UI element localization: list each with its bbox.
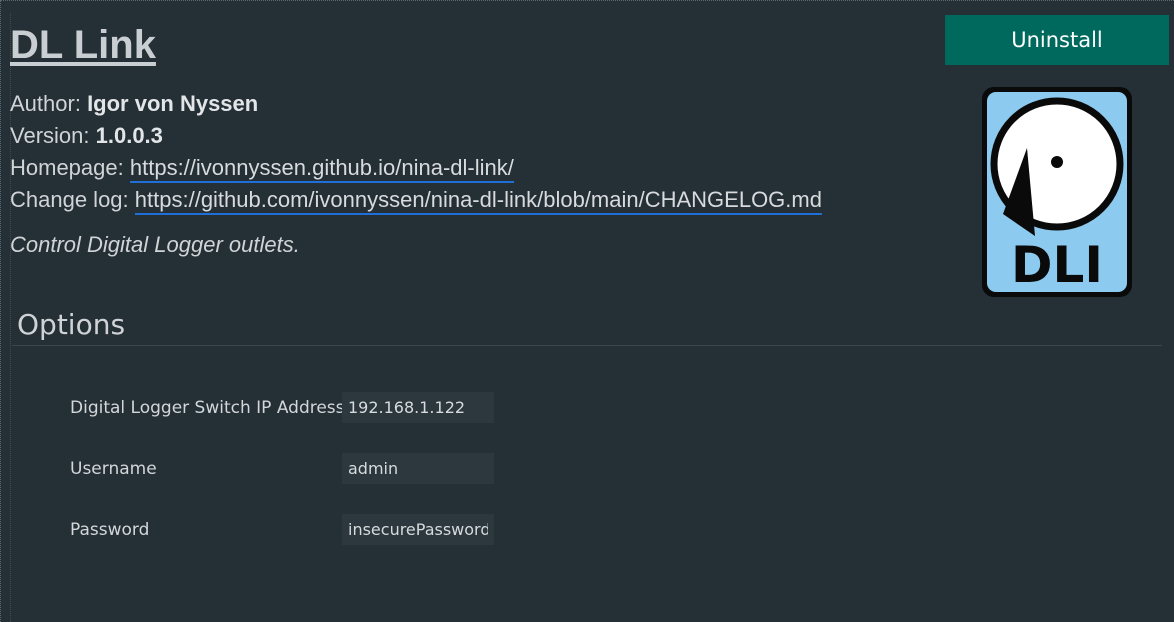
username-input[interactable] (342, 453, 494, 484)
changelog-link[interactable]: https://github.com/ivonnyssen/nina-dl-li… (134, 187, 822, 215)
password-input[interactable] (342, 514, 494, 545)
homepage-label: Homepage: (10, 155, 124, 180)
homepage-row: Homepage: https://ivonnyssen.github.io/n… (10, 152, 514, 184)
version-label: Version: (10, 123, 90, 148)
options-divider (12, 345, 1162, 346)
author-value: Igor von Nyssen (87, 91, 259, 116)
changelog-label: Change log: (10, 187, 129, 212)
author-row: Author: Igor von Nyssen (10, 88, 258, 120)
username-label: Username (70, 459, 157, 479)
author-label: Author: (10, 91, 81, 116)
options-heading: Options (17, 308, 126, 341)
uninstall-button[interactable]: Uninstall (945, 15, 1169, 65)
version-value: 1.0.0.3 (95, 123, 163, 148)
dli-logo: DLI (982, 87, 1132, 297)
plugin-description: Control Digital Logger outlets. (10, 232, 300, 257)
password-label: Password (70, 520, 150, 540)
version-row: Version: 1.0.0.3 (10, 120, 163, 152)
homepage-link[interactable]: https://ivonnyssen.github.io/nina-dl-lin… (129, 155, 514, 183)
plugin-title: DL Link (10, 23, 156, 67)
ip-address-label: Digital Logger Switch IP Address (70, 398, 345, 418)
changelog-row: Change log: https://github.com/ivonnysse… (10, 184, 822, 216)
ip-address-input[interactable] (342, 392, 494, 423)
logo-text: DLI (1011, 236, 1103, 294)
